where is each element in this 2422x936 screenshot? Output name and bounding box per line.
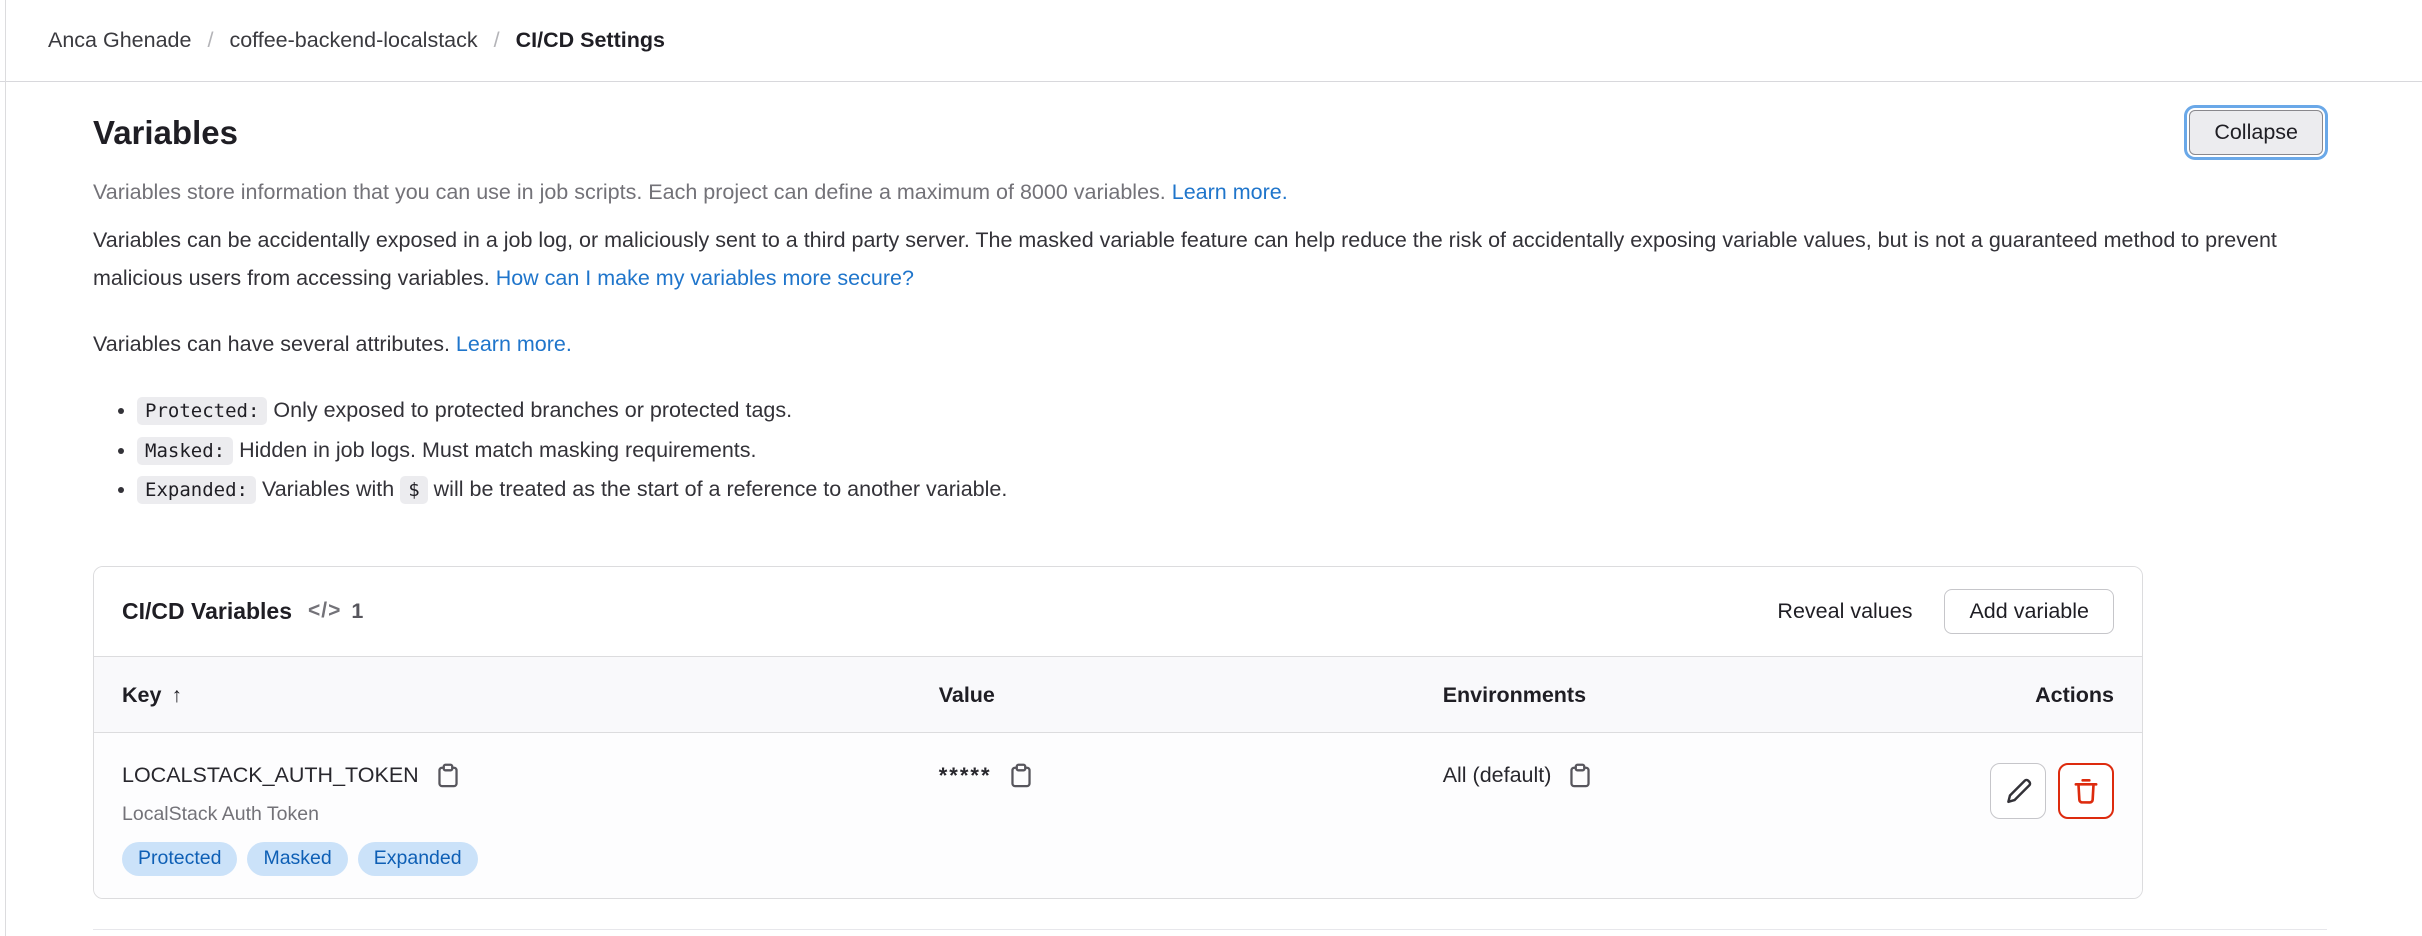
variables-warning-paragraph: Variables can be accidentally exposed in… [93,221,2327,297]
variables-table-header-row: Key ↑ Value Environments Actions [94,656,2142,733]
collapse-button[interactable]: Collapse [2189,110,2323,155]
delete-variable-button[interactable] [2058,763,2114,819]
copy-key-button[interactable] [435,763,461,789]
variable-attribute-badges: Protected Masked Expanded [122,842,939,877]
variables-intro-paragraph: Variables store information that you can… [93,173,2327,211]
variable-environments: All (default) [1443,763,1552,788]
expanded-badge: Expanded [358,842,478,877]
reveal-values-button[interactable]: Reveal values [1775,590,1914,633]
value-cell: ***** [939,763,1443,877]
settings-variables-section: Variables Collapse Variables store infor… [0,110,2422,930]
cicd-variables-card-header: CI/CD Variables </> 1 Reveal values Add … [94,567,2142,656]
pencil-icon [2004,777,2032,805]
attributes-list: Protected:Only exposed to protected bran… [93,391,2327,510]
breadcrumb: Anca Ghenade / coffee-backend-localstack… [0,0,2422,82]
attributes-learn-more-link[interactable]: Learn more. [456,332,572,356]
intro-text: Variables store information that you can… [93,180,1166,204]
table-row: LOCALSTACK_AUTH_TOKEN LocalStack Auth To… [94,733,2142,899]
protected-badge: Protected [122,842,237,877]
code-icon: </> [308,599,341,623]
dollar-code-label: $ [400,476,427,504]
attribute-item-expanded: Expanded:Variables with$ will be treated … [137,470,2327,510]
masked-description: Hidden in job logs. Must match masking r… [239,438,756,462]
column-header-actions: Actions [1875,683,2114,708]
trash-icon [2072,777,2100,805]
column-header-environments: Environments [1443,683,1875,708]
attribute-item-masked: Masked:Hidden in job logs. Must match ma… [137,431,2327,471]
sort-ascending-icon: ↑ [171,684,182,707]
warning-text: Variables can be accidentally exposed in… [93,228,2277,290]
actions-cell [1875,763,2114,877]
clipboard-copy-icon [1567,763,1593,789]
learn-more-link[interactable]: Learn more. [1172,180,1288,204]
edit-variable-button[interactable] [1990,763,2046,819]
masked-code-label: Masked: [137,437,233,465]
column-header-value: Value [939,683,1443,708]
cicd-variables-card: CI/CD Variables </> 1 Reveal values Add … [93,566,2143,900]
expanded-description-start: Variables with [262,477,394,501]
environments-cell: All (default) [1443,763,1875,877]
card-title: CI/CD Variables [122,598,292,625]
copy-value-button[interactable] [1008,763,1034,789]
breadcrumb-project[interactable]: coffee-backend-localstack [229,28,477,53]
key-cell: LOCALSTACK_AUTH_TOKEN LocalStack Auth To… [122,763,939,877]
protected-code-label: Protected: [137,397,267,425]
page-title: Variables [93,114,238,152]
protected-description: Only exposed to protected branches or pr… [273,398,792,422]
copy-environments-button[interactable] [1567,763,1593,789]
clipboard-copy-icon [1008,763,1034,789]
variable-description: LocalStack Auth Token [122,803,939,826]
variables-secure-link[interactable]: How can I make my variables more secure? [496,266,914,290]
expanded-code-label: Expanded: [137,476,256,504]
variables-attributes-paragraph: Variables can have several attributes. L… [93,325,2327,363]
breadcrumb-separator: / [207,28,213,53]
add-variable-button[interactable]: Add variable [1944,589,2114,634]
variable-key: LOCALSTACK_AUTH_TOKEN [122,763,419,788]
page-left-border [5,0,6,936]
attribute-item-protected: Protected:Only exposed to protected bran… [137,391,2327,431]
breadcrumb-user[interactable]: Anca Ghenade [48,28,191,53]
column-header-key[interactable]: Key ↑ [122,683,939,708]
next-section-divider [93,929,2327,930]
breadcrumb-current-page: CI/CD Settings [516,28,665,53]
clipboard-copy-icon [435,763,461,789]
variables-count-badge: 1 [351,599,363,624]
attributes-text: Variables can have several attributes. [93,332,450,356]
masked-badge: Masked [247,842,347,877]
breadcrumb-separator: / [494,28,500,53]
expanded-description-end: will be treated as the start of a refere… [434,477,1008,501]
key-header-label: Key [122,683,161,707]
variable-masked-value: ***** [939,763,992,789]
